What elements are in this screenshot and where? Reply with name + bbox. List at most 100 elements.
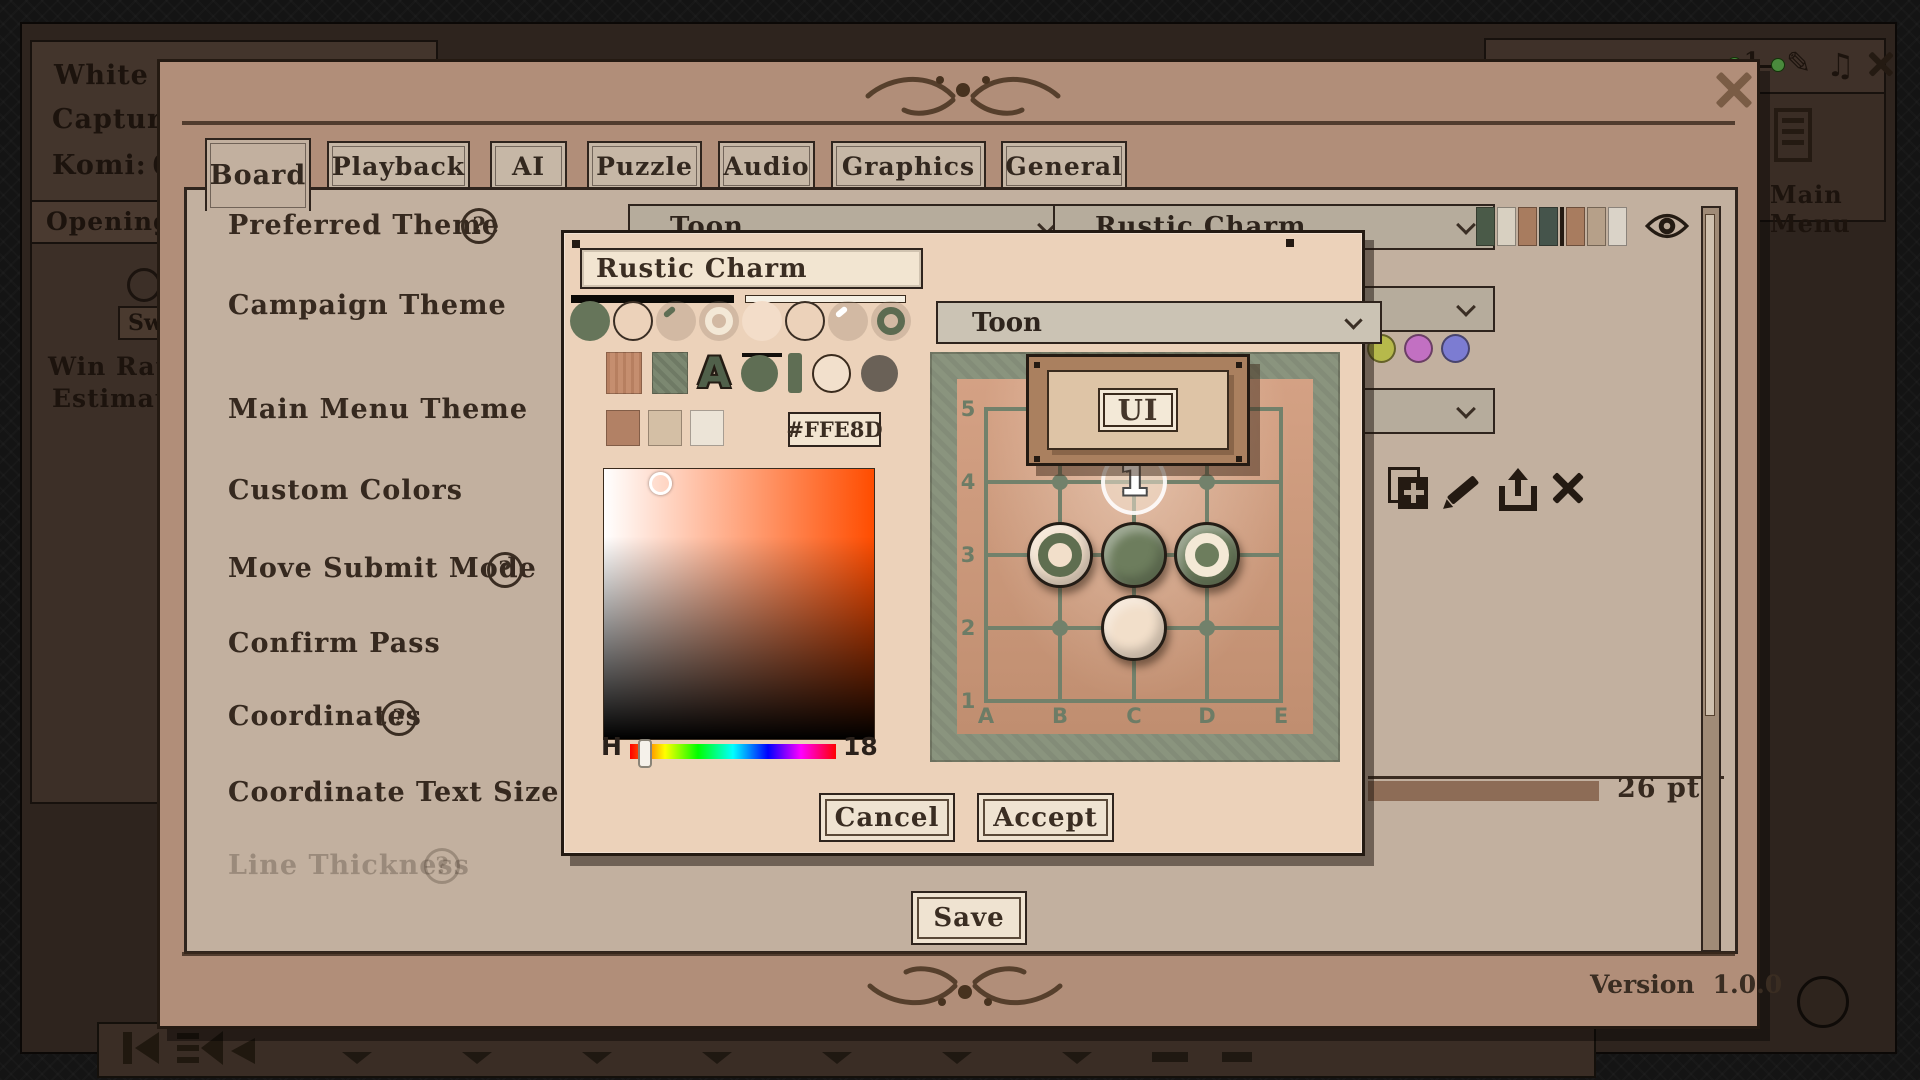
tab-playback[interactable]: Playback <box>327 141 470 191</box>
confirm-pass-label: Confirm Pass <box>228 628 441 659</box>
opening-radio[interactable] <box>127 268 161 302</box>
board-star-point <box>1199 620 1215 636</box>
stone-swatch-1[interactable] <box>613 301 653 341</box>
element-swatch-square[interactable] <box>606 352 642 394</box>
tab-graphics[interactable]: Graphics <box>831 141 986 191</box>
element-swatch-circle[interactable] <box>741 355 778 392</box>
element-swatch-bar[interactable] <box>788 353 802 393</box>
stone-swatch-7[interactable] <box>871 301 911 341</box>
tab-board[interactable]: Board <box>205 138 311 211</box>
theme-editor-dialog: Rustic Charm A #FFE8D H 18 Toon UI 54321… <box>561 230 1365 856</box>
palette-color-bar <box>1518 207 1537 246</box>
version-label: Version <box>1590 970 1695 999</box>
board-stone-olive <box>1101 522 1167 588</box>
preview-style-dropdown[interactable]: Toon <box>936 301 1382 344</box>
custom-colors-label: Custom Colors <box>228 475 463 506</box>
version-info: Version 1.0.0 <box>1590 970 1782 999</box>
edit-pencil-icon[interactable] <box>1444 471 1484 511</box>
eye-icon[interactable] <box>1645 211 1689 241</box>
main-menu-theme-label: Main Menu Theme <box>228 394 528 425</box>
settings-scrollbar[interactable] <box>1701 206 1721 952</box>
palette-color-bar <box>1497 207 1516 246</box>
step-back-icon[interactable] <box>227 1036 257 1066</box>
playback-icon-sliver <box>342 1052 372 1064</box>
move-submit-help-icon[interactable]: ? <box>487 552 523 588</box>
element-swatch-square[interactable] <box>652 352 688 394</box>
preferred-theme-help-icon[interactable]: ? <box>461 208 497 244</box>
board-col-label: B <box>1052 704 1068 728</box>
settings-scrollbar-thumb[interactable] <box>1705 214 1715 716</box>
stone-swatch-2[interactable] <box>656 301 696 341</box>
campaign-color-dot[interactable] <box>1441 334 1470 363</box>
close-window-icon[interactable] <box>1866 50 1896 78</box>
rewind-moves-icon[interactable] <box>175 1029 225 1067</box>
theme-name-value: Rustic Charm <box>596 254 808 284</box>
line-thickness-help-icon[interactable]: ? <box>424 848 460 884</box>
screen: White Captures Komi: 6 Opening G Sw Win … <box>0 0 1920 1080</box>
version-value: 1.0.0 <box>1713 970 1783 999</box>
preferred-theme-label: Preferred Theme <box>228 210 500 241</box>
element-swatch-circle[interactable] <box>861 355 898 392</box>
main-menu-label: Main Menu <box>1770 180 1884 238</box>
stone-swatch-4[interactable] <box>742 301 782 341</box>
palette-divider <box>1560 207 1564 246</box>
stone-swatch-6[interactable] <box>828 301 868 341</box>
accept-button[interactable]: Accept <box>977 793 1114 842</box>
material-swatch-row <box>606 410 724 446</box>
tab-ai[interactable]: AI <box>490 141 567 191</box>
help-glyph: ? <box>473 213 486 239</box>
board-stone-olive-ring <box>1174 522 1240 588</box>
playback-icon-sliver <box>1062 1052 1092 1064</box>
hex-color-field[interactable]: #FFE8D <box>788 412 881 447</box>
palette-color-bar <box>1608 207 1627 246</box>
theme-name-input[interactable]: Rustic Charm <box>580 248 923 289</box>
tab-puzzle[interactable]: Puzzle <box>587 141 702 191</box>
element-swatch-letter[interactable]: A <box>698 352 731 394</box>
accept-button-label: Accept <box>993 803 1098 833</box>
tab-graphics-label: Graphics <box>842 152 975 181</box>
board-star-point <box>1052 474 1068 490</box>
element-swatch-circle-outline[interactable] <box>812 354 851 393</box>
board-star-point <box>1199 474 1215 490</box>
stone-swatch-3[interactable] <box>699 301 739 341</box>
board-stone-cream <box>1101 595 1167 661</box>
tab-ai-label: AI <box>512 152 545 181</box>
tab-playback-label: Playback <box>332 152 465 181</box>
ornament-top <box>858 68 1068 122</box>
tab-audio[interactable]: Audio <box>718 141 815 191</box>
ui-sign-label: UI <box>1098 388 1179 432</box>
coordinate-size-slider-fill[interactable] <box>1368 781 1599 801</box>
tab-general[interactable]: General <box>1001 141 1127 191</box>
hue-slider-handle[interactable] <box>638 739 652 768</box>
cancel-button[interactable]: Cancel <box>819 793 955 842</box>
material-swatch[interactable] <box>690 410 724 446</box>
corner-screw <box>572 240 580 248</box>
board-grid-hline <box>984 699 1283 703</box>
hue-slider[interactable] <box>630 744 836 759</box>
board-preview: UI 54321ABCDE1 <box>930 352 1340 762</box>
settings-close-icon[interactable] <box>1712 70 1756 110</box>
modal-bottom-rule <box>182 952 1735 956</box>
brush-icon[interactable]: ✎ <box>1786 46 1812 81</box>
music-icon[interactable]: ♫ <box>1826 46 1856 84</box>
board-star-point <box>1052 620 1068 636</box>
save-button[interactable]: Save <box>911 891 1027 945</box>
skip-to-start-icon[interactable] <box>121 1030 161 1066</box>
palette-color-bar <box>1476 207 1495 246</box>
coordinates-help-icon[interactable]: ? <box>381 700 417 736</box>
background-circle-button[interactable] <box>1797 976 1849 1028</box>
material-swatch[interactable] <box>648 410 682 446</box>
volume-slider-knob[interactable] <box>1771 58 1785 72</box>
campaign-color-dot[interactable] <box>1404 334 1433 363</box>
color-picker-dot[interactable] <box>649 472 672 495</box>
playback-icon-sliver <box>822 1052 852 1064</box>
export-icon[interactable] <box>1496 468 1540 512</box>
delete-icon[interactable] <box>1549 471 1587 505</box>
stone-swatch-0[interactable] <box>570 301 610 341</box>
saturation-value-picker[interactable] <box>603 468 875 740</box>
coordinate-text-size-label: Coordinate Text Size <box>228 777 559 808</box>
stone-swatch-5[interactable] <box>785 301 825 341</box>
palette-color-bar <box>1587 207 1606 246</box>
duplicate-icon[interactable] <box>1388 467 1432 511</box>
material-swatch[interactable] <box>606 410 640 446</box>
